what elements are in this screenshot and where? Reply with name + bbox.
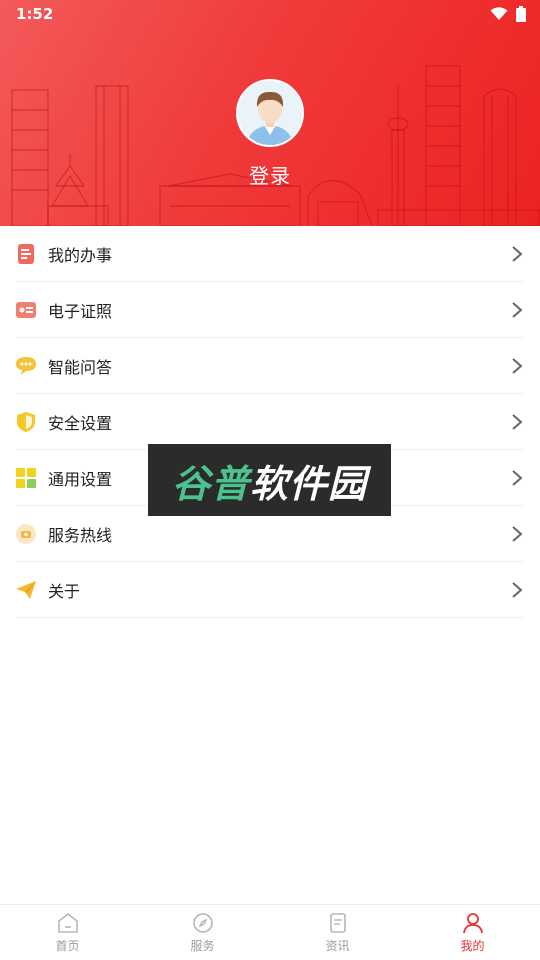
tab-home[interactable]: 首页: [0, 905, 135, 960]
tab-label: 首页: [55, 939, 80, 953]
document-icon: [16, 243, 36, 264]
status-time: 1:52: [16, 5, 54, 23]
tab-mine[interactable]: 我的: [405, 905, 540, 960]
settings-menu: 我的办事 电子证照 智能问答 安全设置 通用设置 服务热线 关于: [0, 226, 540, 618]
chevron-right-icon: [512, 414, 523, 430]
menu-item-label: 电子证照: [48, 301, 113, 321]
chevron-right-icon: [512, 470, 523, 486]
menu-item-label: 安全设置: [48, 413, 113, 433]
paper-plane-icon: [16, 580, 36, 600]
chevron-right-icon: [512, 582, 523, 598]
menu-item-smart-qa[interactable]: 智能问答: [16, 338, 524, 394]
chevron-right-icon: [512, 358, 523, 374]
menu-item-security-settings[interactable]: 安全设置: [16, 394, 524, 450]
bottom-tab-bar: 首页 服务 资讯 我的: [0, 904, 540, 960]
id-card-icon: [16, 300, 36, 320]
chevron-right-icon: [512, 246, 523, 262]
chat-bubble-icon: [16, 356, 36, 376]
menu-item-label: 智能问答: [48, 357, 113, 377]
wifi-icon: [490, 7, 508, 20]
profile-header: 1:52 登录: [0, 0, 540, 226]
login-button[interactable]: 登录: [0, 160, 540, 189]
home-icon: [57, 912, 78, 933]
compass-icon: [192, 913, 213, 933]
person-icon: [462, 913, 483, 934]
user-avatar[interactable]: [236, 79, 304, 147]
menu-item-my-affairs[interactable]: 我的办事: [16, 226, 524, 282]
chevron-right-icon: [512, 302, 523, 318]
tab-label: 我的: [460, 939, 485, 953]
menu-item-label: 服务热线: [48, 525, 113, 545]
chevron-right-icon: [512, 526, 523, 542]
watermark-logo: 谷普 软件园: [148, 444, 391, 516]
phone-icon: [16, 523, 36, 544]
status-bar: 1:52: [0, 0, 540, 28]
watermark-text-white: 软件园: [250, 461, 368, 506]
watermark-text-green: 谷普: [171, 461, 250, 506]
avatar-illustration: [238, 81, 302, 145]
tab-services[interactable]: 服务: [135, 905, 270, 960]
menu-item-label: 通用设置: [48, 469, 113, 489]
tab-news[interactable]: 资讯: [270, 905, 405, 960]
menu-item-label: 我的办事: [48, 245, 113, 265]
tab-label: 服务: [190, 939, 215, 953]
shield-icon: [16, 411, 36, 432]
menu-item-e-license[interactable]: 电子证照: [16, 282, 524, 338]
battery-icon: [516, 6, 526, 22]
tab-label: 资讯: [325, 939, 350, 953]
grid-icon: [16, 467, 36, 488]
news-icon: [329, 913, 346, 933]
menu-item-label: 关于: [48, 581, 81, 601]
menu-item-about[interactable]: 关于: [16, 562, 524, 618]
